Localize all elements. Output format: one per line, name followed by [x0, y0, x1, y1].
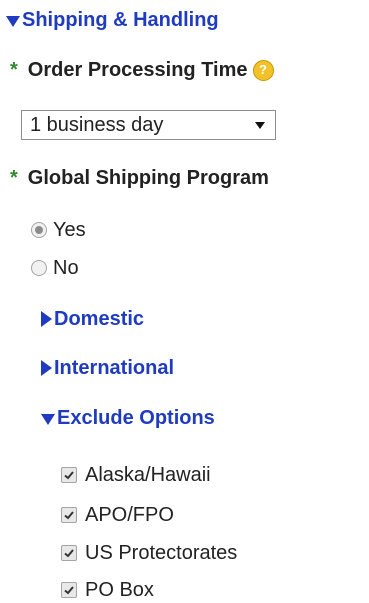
order-processing-label: Order Processing Time — [27, 59, 248, 81]
required-asterisk: * — [10, 167, 18, 189]
checkmark-icon — [64, 586, 74, 595]
checkbox-po-box[interactable] — [61, 582, 77, 598]
international-toggle[interactable]: International — [41, 356, 174, 380]
expand-triangle-icon — [41, 311, 52, 327]
radio-no[interactable]: No — [31, 256, 79, 280]
checkmark-icon — [64, 549, 74, 558]
collapse-triangle-icon — [6, 15, 20, 27]
checkbox-label: Alaska/Hawaii — [85, 464, 211, 486]
checkbox-label: APO/FPO — [85, 504, 174, 526]
exclude-us-protectorates[interactable]: US Protectorates — [61, 541, 237, 565]
selected-value: 1 business day — [30, 113, 164, 136]
domestic-toggle[interactable]: Domestic — [41, 307, 144, 331]
radio-no-control[interactable] — [31, 260, 47, 276]
order-processing-select[interactable]: 1 business day — [21, 110, 276, 140]
radio-yes[interactable]: Yes — [31, 218, 86, 242]
global-shipping-label-row: * Global Shipping Program — [10, 166, 269, 190]
global-shipping-label: Global Shipping Program — [27, 167, 269, 189]
checkbox-label: US Protectorates — [85, 542, 238, 564]
exclude-options-toggle[interactable]: Exclude Options — [41, 406, 215, 430]
exclude-po-box[interactable]: PO Box — [61, 578, 154, 602]
radio-yes-label: Yes — [53, 219, 86, 241]
domestic-label: Domestic — [54, 308, 145, 330]
checkmark-icon — [64, 471, 74, 480]
required-asterisk: * — [10, 59, 18, 81]
exclude-options-label: Exclude Options — [57, 407, 215, 429]
checkbox-label: PO Box — [85, 579, 154, 601]
shipping-handling-header[interactable]: Shipping & Handling — [6, 8, 219, 32]
exclude-alaska-hawaii[interactable]: Alaska/Hawaii — [61, 463, 211, 487]
help-icon[interactable]: ? — [252, 59, 274, 81]
collapse-triangle-icon — [41, 413, 55, 425]
checkbox-apo-fpo[interactable] — [61, 507, 77, 523]
checkbox-us-protectorates[interactable] — [61, 545, 77, 561]
checkmark-icon — [64, 511, 74, 520]
help-glyph: ? — [259, 62, 267, 77]
checkbox-alaska-hawaii[interactable] — [61, 467, 77, 483]
order-processing-label-row: * Order Processing Time ? — [10, 58, 274, 82]
section-title: Shipping & Handling — [22, 9, 219, 31]
radio-yes-control[interactable] — [31, 222, 47, 238]
chevron-down-icon — [255, 121, 265, 129]
international-label: International — [54, 357, 175, 379]
radio-no-label: No — [53, 257, 79, 279]
expand-triangle-icon — [41, 360, 52, 376]
exclude-apo-fpo[interactable]: APO/FPO — [61, 503, 174, 527]
